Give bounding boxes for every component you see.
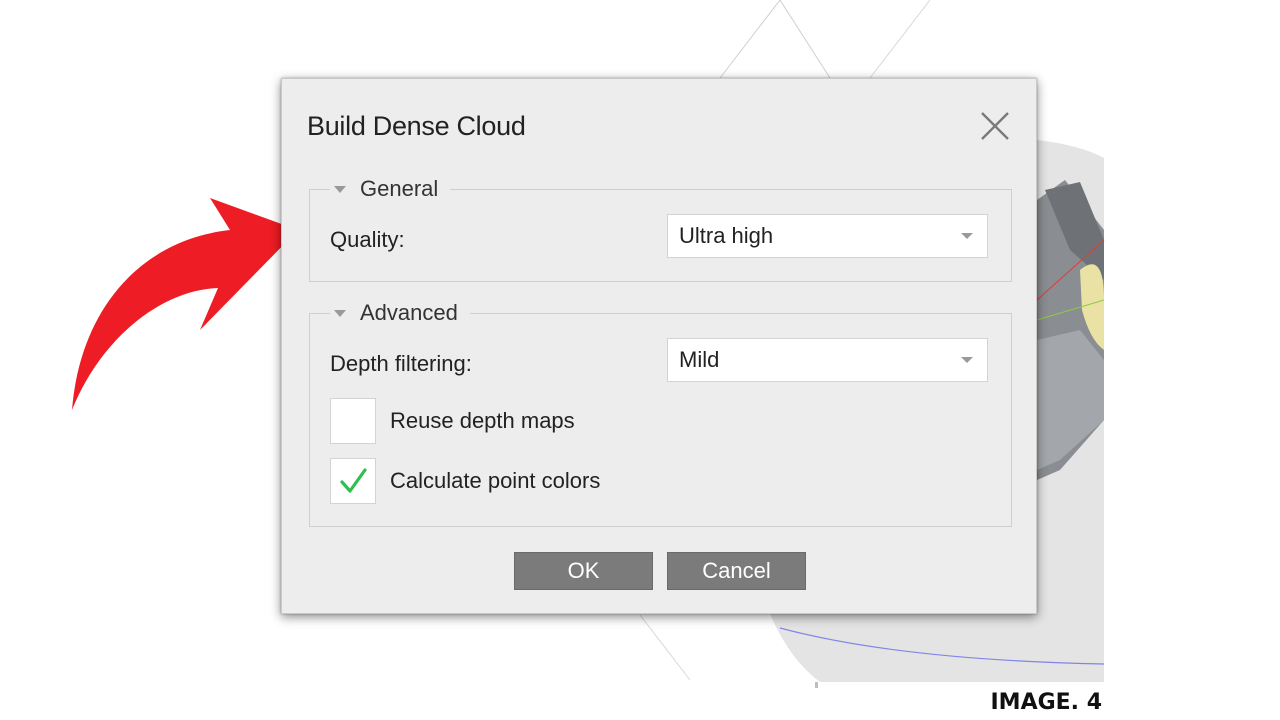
- image-caption: IMAGE. 4: [990, 690, 1102, 715]
- reuse-depth-maps-checkbox[interactable]: [330, 398, 376, 444]
- close-icon: [981, 112, 1009, 140]
- reuse-depth-maps-row[interactable]: Reuse depth maps: [330, 398, 575, 444]
- advanced-header-label: Advanced: [360, 300, 458, 325]
- quality-label: Quality:: [330, 227, 405, 252]
- build-dense-cloud-dialog: Build Dense Cloud General Quality: Ultra…: [281, 78, 1037, 614]
- depth-filtering-label: Depth filtering:: [330, 351, 472, 376]
- general-group-header[interactable]: General: [330, 173, 451, 205]
- quality-value: Ultra high: [679, 223, 774, 248]
- checkmark-icon: [340, 468, 367, 493]
- advanced-group-header[interactable]: Advanced: [330, 297, 470, 329]
- chevron-down-icon: [961, 233, 973, 239]
- calculate-point-colors-row[interactable]: Calculate point colors: [330, 458, 600, 504]
- calculate-point-colors-checkbox[interactable]: [330, 458, 376, 504]
- advanced-group: Advanced Depth filtering: Mild Reuse dep…: [309, 297, 1012, 527]
- general-header-label: General: [360, 176, 439, 201]
- depth-filtering-value: Mild: [679, 347, 720, 372]
- calculate-point-colors-label: Calculate point colors: [390, 468, 601, 493]
- close-button[interactable]: [978, 109, 1012, 143]
- general-group: General Quality: Ultra high: [309, 173, 1012, 282]
- ok-button[interactable]: OK: [514, 552, 653, 590]
- chevron-down-icon: [961, 357, 973, 363]
- cancel-button[interactable]: Cancel: [667, 552, 806, 590]
- dialog-title: Build Dense Cloud: [307, 111, 526, 141]
- quality-dropdown[interactable]: Ultra high: [667, 214, 988, 258]
- collapse-triangle-icon: [334, 309, 346, 317]
- reuse-depth-maps-label: Reuse depth maps: [390, 408, 575, 433]
- collapse-triangle-icon: [334, 185, 346, 193]
- depth-filtering-dropdown[interactable]: Mild: [667, 338, 988, 382]
